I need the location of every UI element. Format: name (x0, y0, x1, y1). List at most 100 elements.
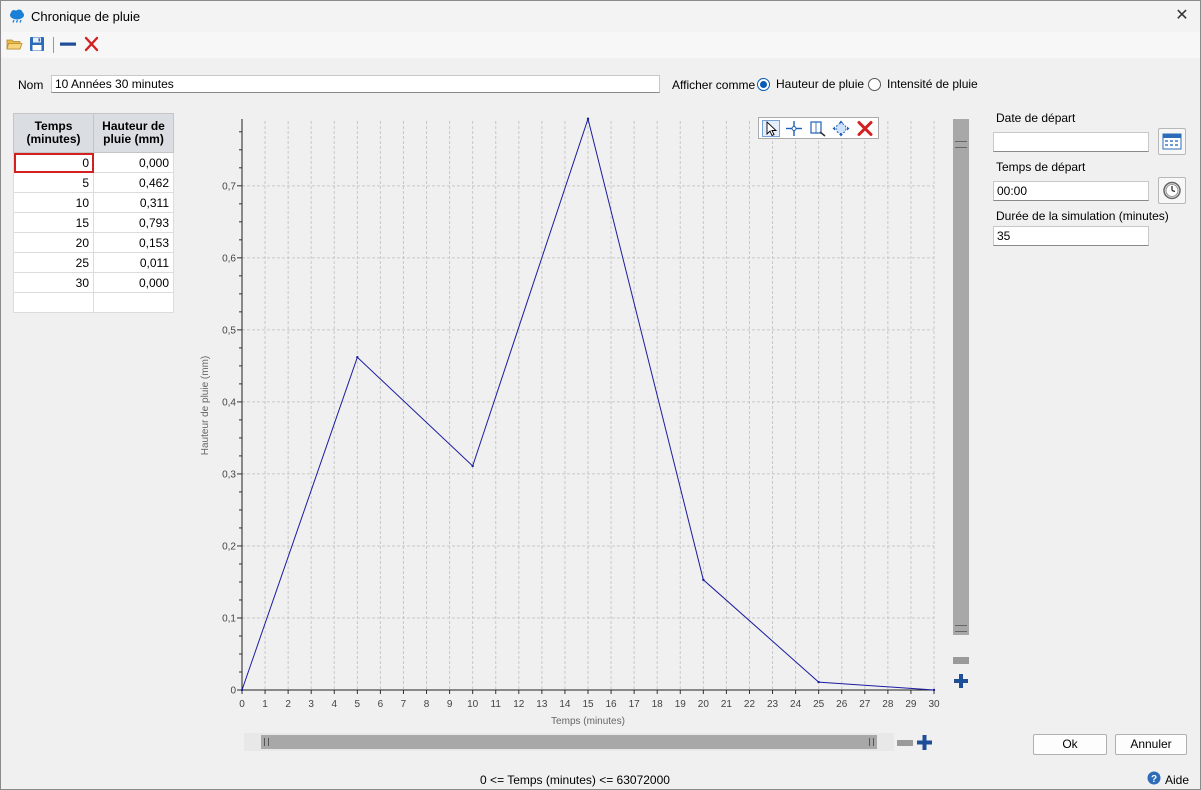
minus-icon[interactable] (59, 36, 77, 54)
clock-icon[interactable] (1158, 177, 1186, 204)
x-tick-label: 26 (836, 699, 848, 710)
x-tick-label: 1 (262, 699, 268, 710)
radio-rain-intensity[interactable] (868, 78, 881, 91)
y-axis-label: Hauteur de pluie (mm) (200, 356, 211, 455)
x-tick-label: 4 (331, 699, 337, 710)
y-tick-label: 0,1 (222, 613, 236, 624)
y-tick-label: 0,4 (222, 397, 236, 408)
x-tick-label: 3 (308, 699, 314, 710)
chart-toolbar (758, 117, 879, 139)
calendar-icon[interactable] (1158, 128, 1186, 155)
table-row: 10 0,311 (13, 192, 174, 213)
table-cell-time[interactable]: 25 (13, 252, 94, 273)
x-tick-label: 21 (721, 699, 733, 710)
start-time-field[interactable] (993, 181, 1149, 201)
column-header-height[interactable]: Hauteur de pluie (mm) (93, 113, 174, 153)
x-tick-label: 18 (652, 699, 664, 710)
y-tick-label: 0 (230, 686, 236, 697)
zoom-box-icon[interactable] (809, 120, 827, 137)
svg-text:?: ? (1151, 774, 1157, 785)
rain-cloud-icon (9, 9, 25, 26)
horizontal-scrollbar[interactable] (244, 733, 894, 751)
pointer-icon[interactable] (762, 120, 780, 137)
table-cell-time[interactable]: 30 (13, 272, 94, 293)
radio-rain-height-label[interactable]: Hauteur de pluie (776, 77, 864, 91)
x-tick-label: 25 (813, 699, 825, 710)
start-time-label: Temps de départ (996, 160, 1086, 174)
table-cell-height[interactable]: 0,462 (93, 172, 174, 193)
table-row: 30 0,000 (13, 272, 174, 293)
data-point (586, 117, 590, 121)
rain-chronicle-window: Chronique de pluie ✕ Nom Afficher comme … (0, 0, 1201, 790)
vertical-zoom-out-icon[interactable] (953, 657, 969, 664)
x-tick-label: 27 (859, 699, 871, 710)
y-tick-label: 0,3 (222, 469, 236, 480)
table-cell-time[interactable]: 20 (13, 232, 94, 253)
x-tick-label: 23 (767, 699, 779, 710)
horizontal-scroll-thumb[interactable] (261, 735, 877, 749)
pan-icon[interactable] (832, 120, 850, 137)
x-tick-label: 19 (675, 699, 687, 710)
table-cell-time[interactable] (13, 292, 94, 313)
x-axis-label: Temps (minutes) (551, 716, 625, 727)
crosshair-icon[interactable] (785, 120, 803, 137)
table-cell-time[interactable]: 15 (13, 212, 94, 233)
save-icon[interactable] (29, 36, 47, 54)
scroll-grip-top (955, 141, 967, 148)
help-link[interactable]: Aide (1165, 773, 1189, 787)
close-button[interactable]: ✕ (1170, 5, 1194, 27)
data-point (356, 356, 359, 359)
column-header-time[interactable]: Temps (minutes) (13, 113, 94, 153)
y-tick-label: 0,7 (222, 181, 236, 192)
data-point (932, 688, 936, 692)
table-header-row: Temps (minutes) Hauteur de pluie (mm) (13, 113, 174, 153)
cancel-button[interactable]: Annuler (1115, 734, 1187, 755)
table-cell-height[interactable]: 0,000 (93, 152, 174, 173)
x-tick-label: 6 (378, 699, 384, 710)
table-cell-height[interactable]: 0,153 (93, 232, 174, 253)
start-date-field[interactable] (993, 132, 1149, 152)
duration-label: Durée de la simulation (minutes) (996, 209, 1169, 223)
x-tick-label: 15 (582, 699, 594, 710)
horizontal-zoom-out-icon[interactable] (897, 740, 913, 746)
x-tick-label: 14 (559, 699, 571, 710)
x-tick-label: 12 (513, 699, 525, 710)
vertical-zoom-in-icon[interactable] (953, 673, 969, 689)
toolbar (1, 32, 1200, 58)
table-row: 20 0,153 (13, 232, 174, 253)
x-tick-label: 7 (401, 699, 407, 710)
data-point (702, 578, 705, 582)
radio-rain-intensity-label[interactable]: Intensité de pluie (887, 77, 978, 91)
delete-x-icon[interactable] (83, 36, 101, 54)
table-cell-height[interactable]: 0,793 (93, 212, 174, 233)
x-tick-label: 0 (239, 699, 245, 710)
scroll-grip-bottom (955, 625, 967, 632)
horizontal-zoom-in-icon[interactable] (916, 734, 933, 751)
ok-button[interactable]: Ok (1033, 734, 1107, 755)
close-chart-icon[interactable] (856, 120, 874, 137)
hscroll-grip-left (264, 738, 269, 746)
table-cell-height[interactable]: 0,000 (93, 272, 174, 293)
folder-open-icon[interactable] (6, 36, 24, 54)
vertical-scrollbar[interactable] (953, 119, 969, 635)
help-icon[interactable]: ? (1147, 771, 1161, 785)
header-height-line2: pluie (mm) (103, 132, 164, 146)
x-tick-label: 2 (285, 699, 291, 710)
table-cell-time[interactable]: 5 (13, 172, 94, 193)
table-cell-height[interactable] (93, 292, 174, 313)
table-cell-height[interactable]: 0,311 (93, 192, 174, 213)
radio-rain-height[interactable] (757, 78, 770, 91)
y-tick-label: 0,2 (222, 541, 236, 552)
x-tick-label: 5 (355, 699, 361, 710)
table-cell-height[interactable]: 0,011 (93, 252, 174, 273)
status-bar: 0 <= Temps (minutes) <= 63072000 ? Aide (1, 769, 1200, 789)
rain-chart[interactable]: 0 1 2 3 4 5 6 7 8 9 10 11 12 13 14 15 16 17 18 19 20 21 22 23 24… (196, 111, 951, 731)
table-cell-time[interactable]: 10 (13, 192, 94, 213)
duration-field[interactable] (993, 226, 1149, 246)
table-row: 25 0,011 (13, 252, 174, 273)
table-cell-time[interactable]: 0 (13, 152, 94, 173)
x-tick-label: 28 (882, 699, 894, 710)
x-tick-label: 20 (698, 699, 710, 710)
name-field[interactable] (51, 75, 660, 93)
x-tick-label: 24 (790, 699, 802, 710)
